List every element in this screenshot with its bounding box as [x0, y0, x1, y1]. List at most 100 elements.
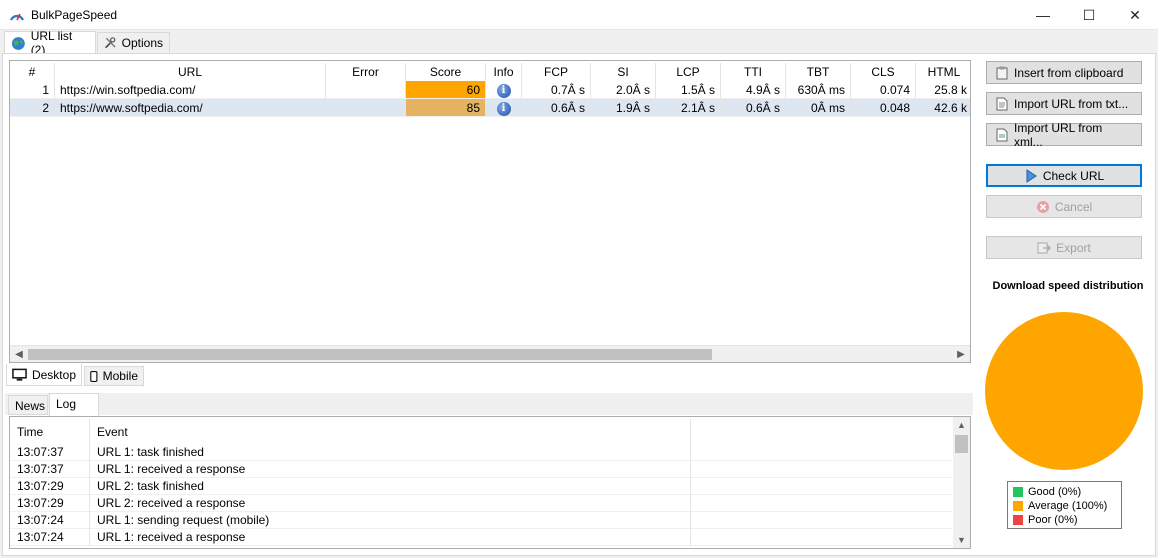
row-tbt: 630Â ms — [786, 81, 851, 99]
col-header-si[interactable]: SI — [591, 63, 656, 81]
col-header-info[interactable]: Info — [486, 63, 522, 81]
import-url-txt-button[interactable]: Import URL from txt... — [986, 92, 1142, 115]
url-grid[interactable]: # URL Error Score Info FCP SI LCP TTI TB… — [9, 60, 971, 363]
info-icon[interactable]: i — [496, 101, 511, 116]
log-grid[interactable]: Time Event 13:07:37 URL 1: task finished… — [9, 416, 971, 549]
main-tabs: URL list (2) Options — [0, 29, 1158, 57]
cancel-icon — [1036, 200, 1049, 213]
close-button[interactable]: ✕ — [1112, 0, 1158, 30]
minimize-button[interactable]: — — [1020, 0, 1066, 30]
export-label: Export — [1056, 240, 1091, 255]
scrollbar-thumb[interactable] — [955, 435, 968, 453]
close-icon: ✕ — [1129, 6, 1141, 23]
row-si: 1.9Â s — [591, 99, 656, 117]
tab-news[interactable]: News — [8, 395, 48, 415]
col-header-lcp[interactable]: LCP — [656, 63, 721, 81]
row-info[interactable]: i — [486, 81, 522, 99]
title-bar: BulkPageSpeed — ☐ ✕ — [0, 0, 1158, 30]
col-header-tti[interactable]: TTI — [721, 63, 786, 81]
log-event: URL 1: task finished — [90, 444, 691, 461]
scroll-up-icon[interactable]: ▲ — [953, 417, 970, 433]
maximize-button[interactable]: ☐ — [1066, 0, 1112, 30]
scroll-down-icon[interactable]: ▼ — [953, 532, 970, 548]
legend-label-average: Average (100%) — [1028, 500, 1108, 512]
table-row[interactable]: 1 https://win.softpedia.com/ 60 i 0.7Â s… — [10, 81, 970, 99]
row-fcp: 0.7Â s — [522, 81, 591, 99]
log-row[interactable]: 13:07:24 URL 1: received a response — [10, 529, 952, 546]
col-header-fcp[interactable]: FCP — [522, 63, 591, 81]
tab-mobile-label: Mobile — [102, 369, 138, 383]
phone-icon — [90, 370, 98, 382]
import-url-txt-label: Import URL from txt... — [1014, 96, 1129, 111]
log-row[interactable]: 13:07:37 URL 1: received a response — [10, 461, 952, 478]
table-row[interactable]: 2 https://www.softpedia.com/ 85 i 0.6Â s… — [10, 99, 970, 117]
grid-header: # URL Error Score Info FCP SI LCP TTI TB… — [10, 63, 970, 81]
tab-options[interactable]: Options — [97, 32, 170, 53]
log-col-time[interactable]: Time — [10, 419, 90, 445]
scroll-left-icon[interactable]: ◀ — [11, 347, 27, 362]
log-row[interactable]: 13:07:24 URL 1: sending request (mobile) — [10, 512, 952, 529]
chart-title: Download speed distribution — [992, 280, 1144, 292]
monitor-icon — [12, 368, 27, 381]
row-url: https://www.softpedia.com/ — [55, 99, 326, 117]
col-header-cls[interactable]: CLS — [851, 63, 916, 81]
row-error — [326, 99, 406, 117]
log-time: 13:07:29 — [10, 495, 90, 512]
tab-url-list[interactable]: URL list (2) — [4, 29, 96, 57]
log-time: 13:07:37 — [10, 461, 90, 478]
log-row[interactable]: 13:07:29 URL 2: received a response — [10, 495, 952, 512]
chart-legend: Good (0%) Average (100%) Poor (0%) — [1007, 481, 1122, 529]
check-url-label: Check URL — [1042, 168, 1105, 183]
tab-desktop[interactable]: Desktop — [6, 364, 82, 386]
cancel-label: Cancel — [1054, 199, 1093, 214]
tab-desktop-label: Desktop — [31, 367, 76, 382]
cancel-button[interactable]: Cancel — [986, 195, 1142, 218]
legend-item-good: Good (0%) — [1013, 485, 1116, 499]
log-time: 13:07:37 — [10, 444, 90, 461]
col-header-url[interactable]: URL — [55, 63, 326, 81]
legend-item-average: Average (100%) — [1013, 499, 1116, 513]
pie-slice-average — [985, 312, 1143, 470]
log-event: URL 2: received a response — [90, 495, 691, 512]
scrollbar-thumb[interactable] — [28, 349, 712, 360]
col-header-num[interactable]: # — [10, 63, 55, 81]
export-button[interactable]: Export — [986, 236, 1142, 259]
log-time: 13:07:29 — [10, 478, 90, 495]
tab-options-label: Options — [121, 36, 163, 50]
col-header-error[interactable]: Error — [326, 63, 406, 81]
import-url-xml-label: Import URL from xml... — [1014, 120, 1103, 149]
col-header-html[interactable]: HTML — [916, 63, 970, 81]
row-tti: 4.9Â s — [721, 81, 786, 99]
tab-log[interactable]: Log — [49, 393, 99, 416]
row-tti: 0.6Â s — [721, 99, 786, 117]
row-num: 1 — [10, 81, 55, 99]
log-row[interactable]: 13:07:37 URL 1: task finished — [10, 444, 952, 461]
import-url-xml-button[interactable]: Import URL from xml... — [986, 120, 1142, 149]
col-header-score[interactable]: Score — [406, 63, 486, 81]
log-event: URL 1: received a response — [90, 529, 691, 546]
legend-swatch-good — [1013, 487, 1023, 497]
log-time: 13:07:24 — [10, 529, 90, 546]
row-lcp: 2.1Â s — [656, 99, 721, 117]
vertical-scrollbar[interactable]: ▲ ▼ — [953, 417, 970, 548]
legend-label-good: Good (0%) — [1028, 486, 1082, 498]
row-info[interactable]: i — [486, 99, 522, 117]
maximize-icon: ☐ — [1082, 6, 1096, 23]
scroll-right-icon[interactable]: ▶ — [953, 347, 969, 362]
row-error — [326, 81, 406, 99]
globe-icon — [11, 36, 25, 50]
tab-mobile[interactable]: Mobile — [84, 366, 144, 386]
log-col-event[interactable]: Event — [90, 419, 691, 445]
row-num: 2 — [10, 99, 55, 117]
download-speed-pie-chart — [985, 312, 1143, 470]
log-row[interactable]: 13:07:29 URL 2: task finished — [10, 478, 952, 495]
row-score: 85 — [406, 99, 486, 117]
horizontal-scrollbar[interactable]: ◀ ▶ — [10, 345, 970, 362]
export-icon — [1037, 242, 1052, 253]
check-url-button[interactable]: Check URL — [986, 164, 1142, 187]
col-header-tbt[interactable]: TBT — [786, 63, 851, 81]
insert-from-clipboard-button[interactable]: Insert from clipboard — [986, 61, 1142, 84]
info-icon[interactable]: i — [496, 83, 511, 98]
row-lcp: 1.5Â s — [656, 81, 721, 99]
legend-swatch-average — [1013, 501, 1023, 511]
